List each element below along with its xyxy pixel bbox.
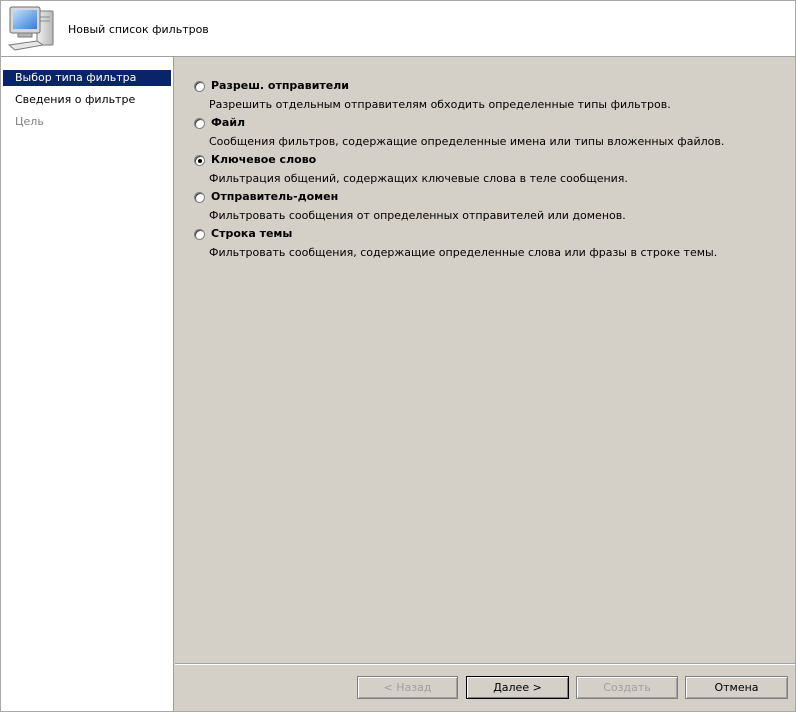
radio-file[interactable] bbox=[194, 118, 205, 129]
next-button[interactable]: Далее > bbox=[466, 676, 569, 699]
step-filter-details[interactable]: Сведения о фильтре bbox=[3, 92, 171, 108]
radio-allowed-senders[interactable] bbox=[194, 81, 205, 92]
option-label[interactable]: Разреш. отправители bbox=[211, 79, 349, 92]
radio-keyword[interactable] bbox=[194, 155, 205, 166]
footer-separator bbox=[175, 663, 795, 665]
step-target: Цель bbox=[15, 115, 44, 128]
computer-monitor-icon bbox=[7, 5, 57, 53]
create-button[interactable]: Создать bbox=[576, 676, 678, 699]
option-description: Фильтровать сообщения, содержащие опреде… bbox=[209, 246, 718, 259]
window-title: Новый список фильтров bbox=[68, 23, 209, 36]
option-label[interactable]: Файл bbox=[211, 116, 245, 129]
back-button[interactable]: < Назад bbox=[357, 676, 458, 699]
wizard-window: Новый список фильтров Выбор типа фильтра… bbox=[0, 0, 796, 712]
wizard-steps-panel: Выбор типа фильтра Сведения о фильтре Це… bbox=[1, 57, 174, 711]
filter-type-options: Разреш. отправители Разрешить отдельным … bbox=[174, 57, 795, 663]
radio-sender-domain[interactable] bbox=[194, 192, 205, 203]
cancel-button[interactable]: Отмена bbox=[685, 676, 788, 699]
option-description: Сообщения фильтров, содержащие определен… bbox=[209, 135, 725, 148]
option-description: Фильтровать сообщения от определенных от… bbox=[209, 209, 626, 222]
option-description: Фильтрация общений, содержащих ключевые … bbox=[209, 172, 628, 185]
option-label[interactable]: Строка темы bbox=[211, 227, 292, 240]
radio-subject-line[interactable] bbox=[194, 229, 205, 240]
option-description: Разрешить отдельным отправителям обходит… bbox=[209, 98, 671, 111]
option-label[interactable]: Отправитель-домен bbox=[211, 190, 338, 203]
step-filter-type[interactable]: Выбор типа фильтра bbox=[3, 70, 171, 86]
option-label[interactable]: Ключевое слово bbox=[211, 153, 316, 166]
wizard-header: Новый список фильтров bbox=[1, 1, 795, 57]
